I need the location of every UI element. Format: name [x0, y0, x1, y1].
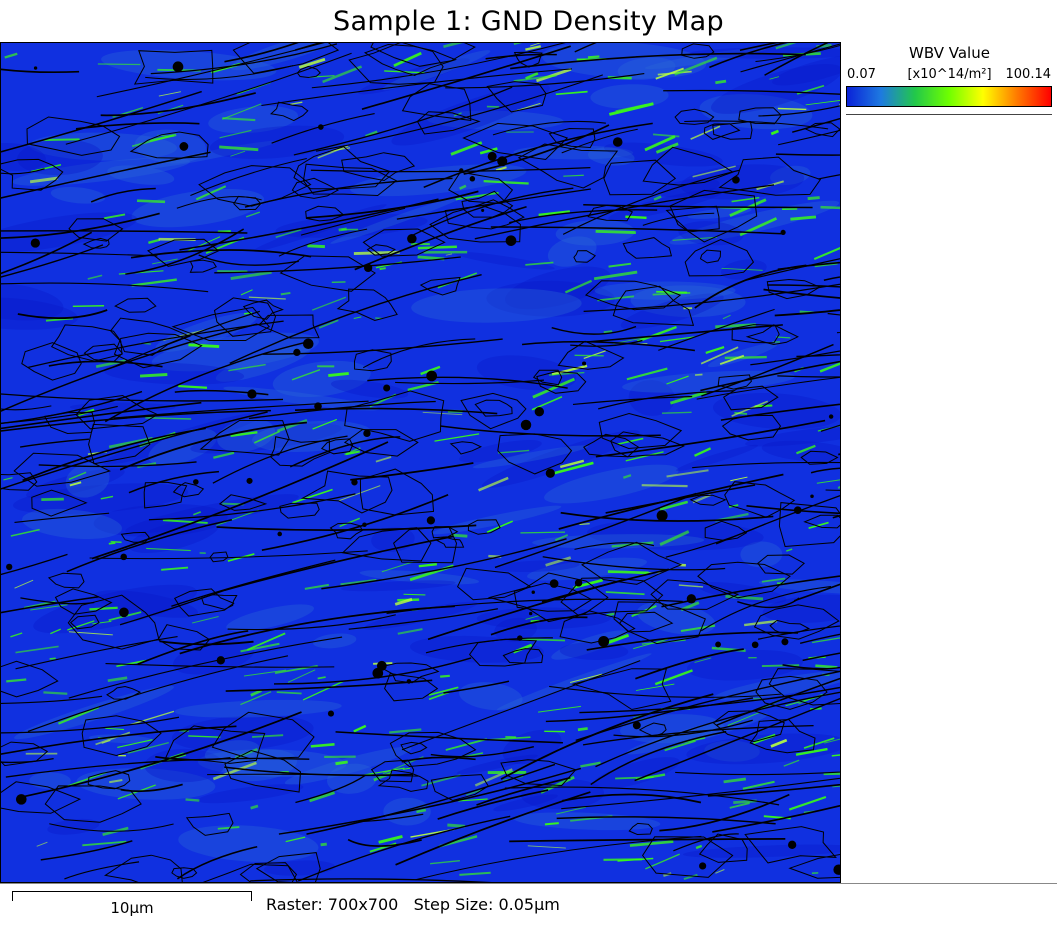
- map-title: Sample 1: GND Density Map: [333, 6, 724, 37]
- footer-divider: [0, 883, 1057, 884]
- gnd-map-image: [1, 43, 840, 882]
- raster-info: Raster: 700x700 Step Size: 0.05µm: [266, 895, 560, 914]
- raster-size: Raster: 700x700: [266, 895, 399, 914]
- legend-color-bar: [846, 86, 1052, 107]
- gnd-density-map: [0, 42, 841, 883]
- legend-divider: [846, 114, 1052, 115]
- scale-bar-label: 10µm: [110, 899, 154, 917]
- legend-max-value: 100.14: [1005, 67, 1052, 82]
- color-legend: WBV Value 0.07 [x10^14/m²] 100.14: [842, 42, 1057, 883]
- legend-title: WBV Value: [909, 44, 990, 62]
- step-size: Step Size: 0.05µm: [413, 895, 560, 914]
